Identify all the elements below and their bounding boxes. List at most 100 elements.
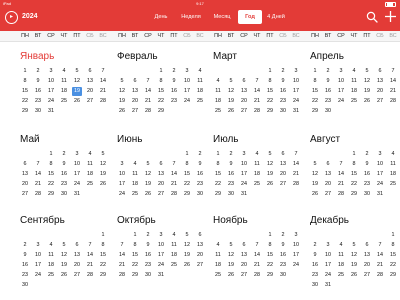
month-title[interactable]: Ноябрь bbox=[213, 215, 248, 227]
day-cell[interactable]: 8 bbox=[20, 77, 30, 86]
day-cell[interactable]: 16 bbox=[310, 261, 320, 270]
day-cell[interactable]: 28 bbox=[169, 190, 179, 199]
day-cell[interactable]: 12 bbox=[59, 251, 69, 260]
day-cell[interactable]: 13 bbox=[239, 87, 249, 96]
day-cell[interactable]: 7 bbox=[117, 241, 127, 250]
day-cell[interactable]: 14 bbox=[388, 77, 398, 86]
day-cell[interactable]: 9 bbox=[310, 251, 320, 260]
day-cell[interactable]: 21 bbox=[291, 170, 301, 179]
day-cell[interactable]: 20 bbox=[239, 97, 249, 106]
day-cell[interactable]: 30 bbox=[278, 271, 288, 280]
day-cell[interactable]: 1 bbox=[46, 150, 56, 159]
day-cell[interactable]: 9 bbox=[362, 160, 372, 169]
day-cell[interactable]: 1 bbox=[388, 231, 398, 240]
day-cell[interactable]: 29 bbox=[213, 190, 223, 199]
day-cell[interactable]: 7 bbox=[252, 77, 262, 86]
day-cell[interactable]: 25 bbox=[59, 97, 69, 106]
day-cell[interactable]: 8 bbox=[213, 160, 223, 169]
day-cell[interactable]: 10 bbox=[239, 160, 249, 169]
day-cell[interactable]: 12 bbox=[265, 160, 275, 169]
day-cell[interactable]: 18 bbox=[46, 261, 56, 270]
day-cell[interactable]: 29 bbox=[310, 107, 320, 116]
day-cell[interactable]: 9 bbox=[323, 77, 333, 86]
day-cell[interactable]: 26 bbox=[98, 180, 108, 189]
day-cell[interactable]: 21 bbox=[336, 180, 346, 189]
day-cell[interactable]: 14 bbox=[85, 251, 95, 260]
day-cell[interactable]: 11 bbox=[46, 251, 56, 260]
day-cell[interactable]: 22 bbox=[213, 180, 223, 189]
day-cell[interactable]: 9 bbox=[33, 77, 43, 86]
day-cell[interactable]: 30 bbox=[323, 107, 333, 116]
month-block[interactable]: Декабрь 1 2 3 4 5 6 7 8 9 10 11 12 13 14 15 16 17 18 19 20 21… bbox=[310, 215, 400, 295]
month-block[interactable]: Май 1 2 3 4 5 6 7 8 9 10 11 12 13 14 15 16 17 18 19 20 21 22 23… bbox=[20, 134, 112, 214]
day-cell[interactable]: 7 bbox=[33, 160, 43, 169]
day-cell[interactable]: 28 bbox=[252, 107, 262, 116]
tab-year[interactable]: Год bbox=[238, 10, 262, 24]
day-cell[interactable]: 3 bbox=[336, 67, 346, 76]
day-cell[interactable]: 24 bbox=[291, 261, 301, 270]
day-cell[interactable]: 25 bbox=[195, 97, 205, 106]
day-cell[interactable]: 22 bbox=[388, 261, 398, 270]
day-cell[interactable]: 25 bbox=[213, 271, 223, 280]
day-cell[interactable]: 10 bbox=[336, 77, 346, 86]
month-block[interactable]: Октябрь 1 2 3 4 5 6 7 8 9 10 11 12 13 14 15 16 17 18 19 20 21… bbox=[117, 215, 209, 295]
day-cell[interactable]: 12 bbox=[349, 251, 359, 260]
day-cell[interactable]: 21 bbox=[143, 97, 153, 106]
day-cell[interactable]: 29 bbox=[388, 271, 398, 280]
day-cell[interactable]: 17 bbox=[323, 261, 333, 270]
day-cell[interactable]: 15 bbox=[20, 87, 30, 96]
month-title[interactable]: Февраль bbox=[117, 51, 158, 63]
day-cell[interactable]: 12 bbox=[362, 77, 372, 86]
day-cell[interactable]: 27 bbox=[375, 97, 385, 106]
day-cell[interactable]: 16 bbox=[278, 251, 288, 260]
day-cell[interactable]: 5 bbox=[143, 160, 153, 169]
day-cell[interactable]: 31 bbox=[323, 281, 333, 290]
day-cell[interactable]: 5 bbox=[59, 241, 69, 250]
day-cell[interactable]: 7 bbox=[336, 160, 346, 169]
month-title[interactable]: Январь bbox=[20, 51, 54, 63]
day-cell[interactable]: 24 bbox=[336, 97, 346, 106]
day-cell[interactable]: 19 bbox=[72, 87, 82, 96]
day-cell[interactable]: 3 bbox=[33, 241, 43, 250]
day-cell[interactable]: 15 bbox=[349, 170, 359, 179]
day-cell[interactable]: 11 bbox=[169, 241, 179, 250]
day-cell[interactable]: 5 bbox=[98, 150, 108, 159]
day-cell[interactable]: 19 bbox=[182, 251, 192, 260]
day-cell[interactable]: 5 bbox=[72, 67, 82, 76]
day-cell[interactable]: 22 bbox=[98, 261, 108, 270]
day-cell[interactable]: 16 bbox=[195, 170, 205, 179]
day-cell[interactable]: 1 bbox=[98, 231, 108, 240]
day-cell[interactable]: 3 bbox=[323, 241, 333, 250]
day-cell[interactable]: 23 bbox=[20, 271, 30, 280]
day-cell[interactable]: 4 bbox=[169, 231, 179, 240]
day-cell[interactable]: 26 bbox=[362, 97, 372, 106]
day-cell[interactable]: 24 bbox=[291, 97, 301, 106]
day-cell[interactable]: 11 bbox=[59, 77, 69, 86]
day-cell[interactable]: 2 bbox=[169, 67, 179, 76]
day-cell[interactable]: 27 bbox=[130, 107, 140, 116]
day-cell[interactable]: 28 bbox=[98, 97, 108, 106]
day-cell[interactable]: 13 bbox=[278, 160, 288, 169]
day-cell[interactable]: 8 bbox=[310, 77, 320, 86]
day-cell[interactable]: 26 bbox=[182, 261, 192, 270]
day-cell[interactable]: 29 bbox=[156, 107, 166, 116]
day-cell[interactable]: 31 bbox=[72, 190, 82, 199]
day-cell[interactable]: 24 bbox=[156, 261, 166, 270]
day-cell[interactable]: 18 bbox=[213, 261, 223, 270]
month-title[interactable]: Октябрь bbox=[117, 215, 156, 227]
day-cell[interactable]: 19 bbox=[98, 170, 108, 179]
day-cell[interactable]: 11 bbox=[213, 251, 223, 260]
day-cell[interactable]: 14 bbox=[169, 170, 179, 179]
day-cell[interactable]: 29 bbox=[265, 107, 275, 116]
day-cell[interactable]: 1 bbox=[182, 150, 192, 159]
day-cell[interactable]: 3 bbox=[291, 67, 301, 76]
day-cell[interactable]: 4 bbox=[336, 241, 346, 250]
day-cell[interactable]: 5 bbox=[226, 77, 236, 86]
day-cell[interactable]: 14 bbox=[98, 77, 108, 86]
day-cell[interactable]: 18 bbox=[388, 170, 398, 179]
day-cell[interactable]: 29 bbox=[20, 107, 30, 116]
day-cell[interactable]: 26 bbox=[349, 271, 359, 280]
day-cell[interactable]: 27 bbox=[362, 271, 372, 280]
day-cell[interactable]: 22 bbox=[130, 261, 140, 270]
day-cell[interactable]: 10 bbox=[375, 160, 385, 169]
